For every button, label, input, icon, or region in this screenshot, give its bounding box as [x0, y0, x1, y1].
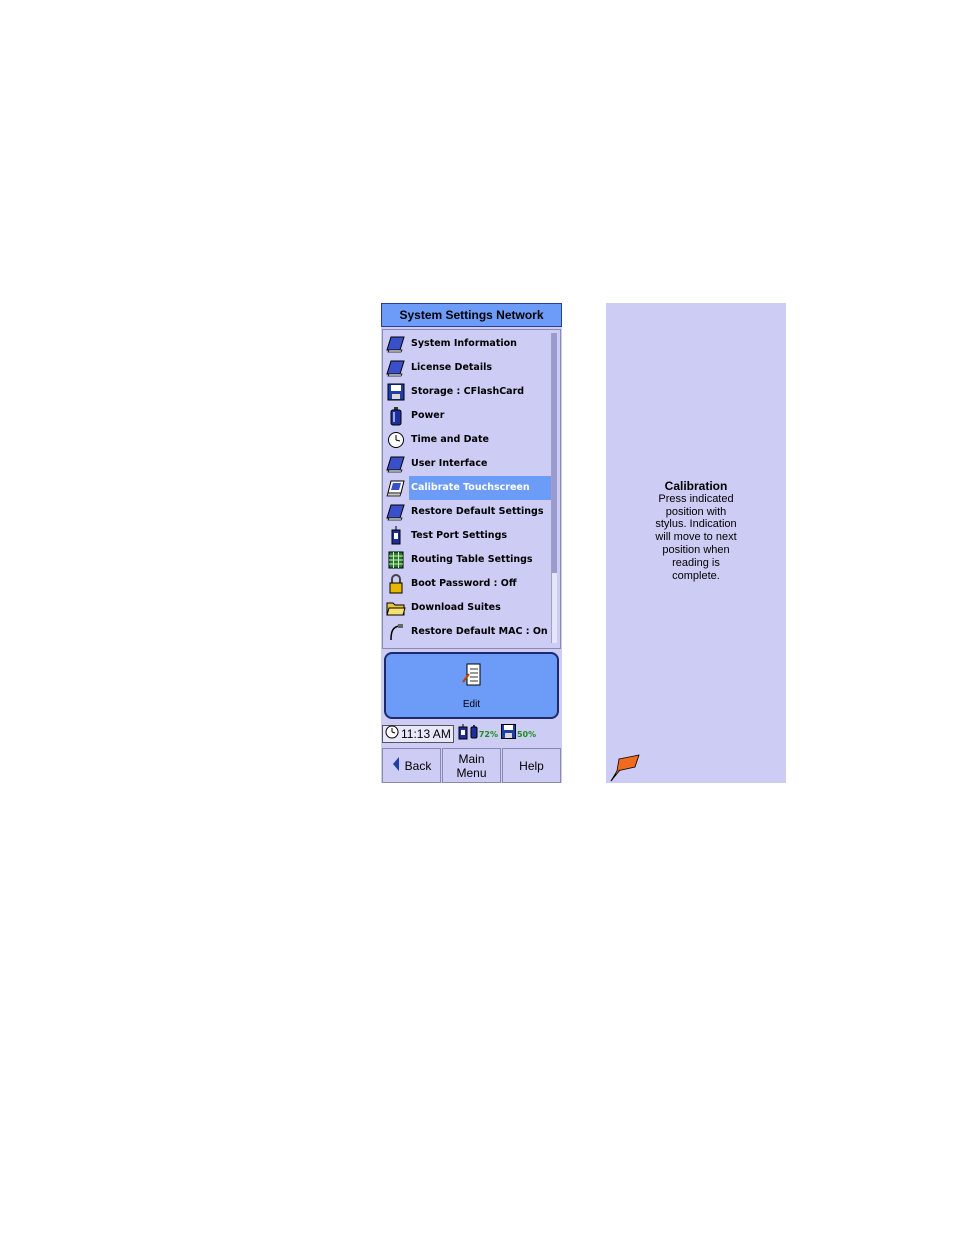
- port-icon: [385, 525, 407, 547]
- list-scrollbar[interactable]: [551, 333, 557, 643]
- menu-item-label: Download Suites: [411, 602, 501, 613]
- status-clock[interactable]: 11:13 AM: [382, 725, 454, 743]
- book-icon: [385, 357, 407, 379]
- menu-item-label: Boot Password : Off: [411, 578, 517, 589]
- edit-button[interactable]: Edit: [384, 652, 559, 719]
- floppy-disk-icon: [500, 724, 516, 744]
- menu-item-system-information[interactable]: System Information: [385, 332, 551, 356]
- menu-item-user-interface[interactable]: User Interface: [385, 452, 551, 476]
- menu-item-label: Test Port Settings: [411, 530, 508, 541]
- clock-icon: [385, 429, 407, 451]
- table-icon: [385, 549, 407, 571]
- padlock-icon: [385, 573, 407, 595]
- menu-item-label: Time and Date: [411, 434, 489, 445]
- clock-icon: [385, 725, 399, 744]
- back-label: Back: [404, 758, 432, 773]
- menu-item-boot-password[interactable]: Boot Password : Off: [385, 572, 551, 596]
- storage-percent: 50%: [516, 729, 537, 739]
- menu-item-download-suites[interactable]: Download Suites: [385, 596, 551, 620]
- main-menu-button[interactable]: Main Menu: [442, 748, 501, 783]
- book-icon: [385, 453, 407, 475]
- menu-item-time-and-date[interactable]: Time and Date: [385, 428, 551, 452]
- menu-item-restore-default-mac[interactable]: Restore Default MAC : On: [385, 620, 551, 644]
- help-body: Press indicated position with stylus. In…: [655, 492, 737, 582]
- menu-item-license-details[interactable]: License Details: [385, 356, 551, 380]
- back-button[interactable]: Back: [382, 748, 441, 783]
- book-icon: [385, 333, 407, 355]
- menu-item-label: License Details: [411, 362, 493, 373]
- menu-item-label: Routing Table Settings: [411, 554, 533, 565]
- help-button[interactable]: Help: [502, 748, 561, 783]
- bottom-nav: Back Main Menu Help: [382, 748, 561, 783]
- menu-item-label: Calibrate Touchscreen: [409, 476, 551, 500]
- menu-item-label: Restore Default Settings: [411, 506, 544, 517]
- help-text: Calibration Press indicated position wit…: [606, 480, 786, 582]
- menu-item-routing-table-settings[interactable]: Routing Table Settings: [385, 548, 551, 572]
- menu-item-label: Restore Default MAC : On: [411, 626, 548, 637]
- help-title: Calibration: [664, 479, 728, 493]
- settings-list: System Information License Details Stora…: [382, 329, 561, 649]
- help-panel: Calibration Press indicated position wit…: [606, 303, 786, 783]
- battery-percent: 72%: [478, 729, 498, 739]
- menu-item-label: System Information: [411, 338, 517, 349]
- main-menu-label-line2: Menu: [456, 765, 487, 780]
- cable-icon: [385, 621, 407, 643]
- menu-item-calibrate-touchscreen[interactable]: Calibrate Touchscreen: [385, 476, 551, 500]
- help-label: Help: [519, 758, 544, 773]
- menu-item-storage[interactable]: Storage : CFlashCard: [385, 380, 551, 404]
- menu-item-restore-default-settings[interactable]: Restore Default Settings: [385, 500, 551, 524]
- menu-item-power[interactable]: Power: [385, 404, 551, 428]
- menu-item-label: User Interface: [411, 458, 488, 469]
- edit-label: Edit: [462, 698, 481, 710]
- back-arrow-icon: [392, 756, 400, 775]
- port-icon: [458, 723, 468, 745]
- window-title: System Settings Network: [381, 303, 562, 327]
- scrollbar-thumb[interactable]: [552, 333, 557, 573]
- menu-item-test-port-settings[interactable]: Test Port Settings: [385, 524, 551, 548]
- device-screen: System Settings Network System Informati…: [381, 303, 562, 783]
- book-icon: [385, 501, 407, 523]
- battery-icon: [470, 724, 478, 744]
- main-menu-label-line1: Main: [458, 751, 485, 766]
- menu-item-label: Storage : CFlashCard: [411, 386, 525, 397]
- touchscreen-icon: [385, 477, 407, 499]
- edit-document-icon: [461, 662, 482, 693]
- status-time: 11:13 AM: [401, 727, 451, 741]
- battery-icon: [385, 405, 407, 427]
- folder-icon: [385, 597, 407, 619]
- status-bar: 11:13 AM 72% 50%: [382, 723, 561, 745]
- stylus-pen-icon: [609, 753, 643, 788]
- menu-item-label: Power: [411, 410, 445, 421]
- floppy-disk-icon: [385, 381, 407, 403]
